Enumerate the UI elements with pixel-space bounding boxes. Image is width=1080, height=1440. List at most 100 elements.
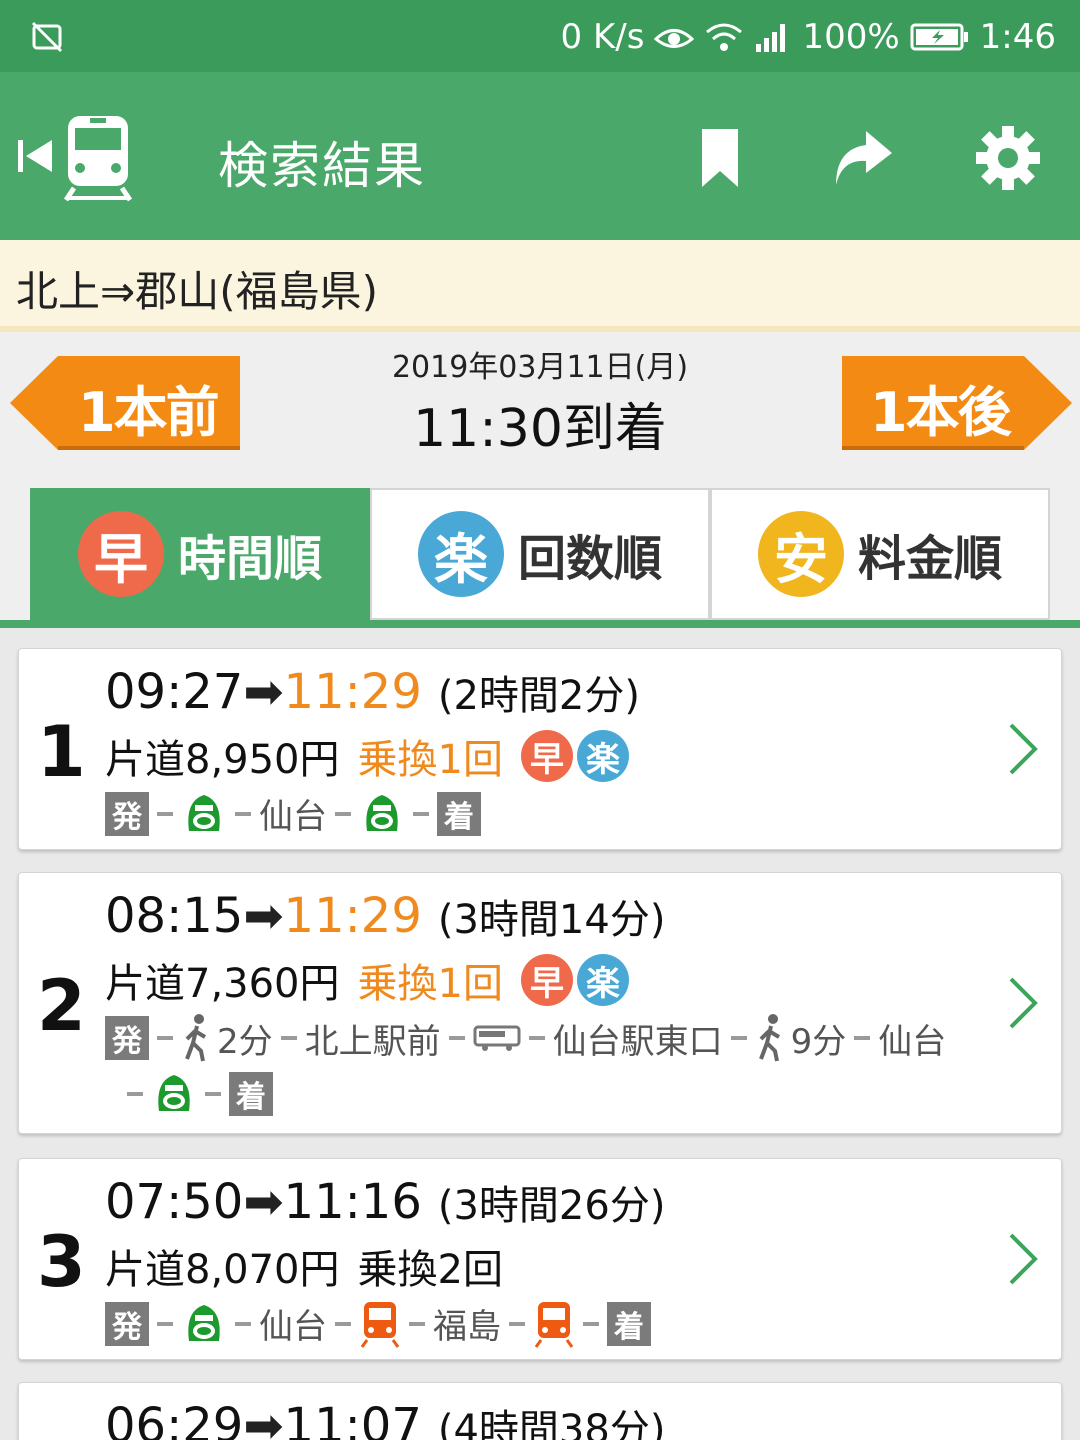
result-times: 07:50 ➡ 11:16 (3時間26分): [105, 1173, 665, 1231]
arrow-right-icon: ➡: [243, 1174, 284, 1230]
arrow-right-icon: ➡: [243, 1398, 284, 1440]
depart-tag: 発: [105, 1016, 149, 1060]
sort-tabs: 早 時間順 楽 回数順 安 料金順: [0, 486, 1080, 628]
easy-badge-icon: 楽: [576, 730, 629, 782]
gear-icon: [976, 126, 1040, 190]
result-times: 09:27 ➡ 11:29 (2時間2分): [105, 663, 640, 721]
route-summary: 北上⇒郡山(福島県): [0, 240, 1080, 332]
tab-underline: [0, 620, 1080, 628]
trip-duration: (2時間2分): [437, 673, 640, 719]
trip-duration: (4時間38分): [437, 1407, 666, 1440]
wifi-icon: [706, 23, 743, 51]
fare: 片道7,360円: [105, 961, 340, 1007]
arrive-time: 11:29: [283, 664, 422, 720]
arrive-time: 11:29: [283, 888, 422, 944]
station-name: 仙台: [259, 797, 327, 837]
status-bar: 0 K/s 100% 1:46: [0, 0, 1080, 72]
result-card-3[interactable]: 3 07:50 ➡ 11:16 (3時間26分) 片道8,070円 乗換2回 発…: [18, 1158, 1062, 1360]
next-train-button[interactable]: 1本後: [840, 354, 1072, 452]
arrive-tag: 着: [229, 1072, 273, 1116]
station-name: 仙台: [878, 1021, 947, 1062]
arrive-tag: 着: [437, 791, 481, 836]
result-times: 08:15 ➡ 11:29 (3時間14分): [105, 887, 665, 945]
battery-charging-icon: [910, 23, 968, 51]
shinkansen-icon: [188, 1304, 220, 1341]
arrive-tag: 着: [607, 1301, 651, 1346]
route-segments: 発 2分 北上駅前 仙台駅東口 9分 仙台: [105, 1013, 946, 1063]
chevron-right-icon: [1009, 1233, 1038, 1285]
trip-duration: (3時間14分): [437, 897, 666, 943]
station-name: 仙台駅東口: [552, 1021, 723, 1062]
walk-icon: [758, 1014, 780, 1062]
shinkansen-icon: [158, 1075, 190, 1111]
cheap-badge-icon: 安: [757, 511, 844, 597]
result-rank: 3: [37, 1221, 86, 1303]
clock: 1:46: [979, 17, 1056, 57]
station-name: 北上駅前: [304, 1021, 441, 1062]
fast-badge-icon: 早: [520, 730, 573, 782]
trip-duration: (3時間26分): [437, 1183, 666, 1229]
easy-badge-icon: 楽: [576, 954, 629, 1006]
settings-button[interactable]: [968, 118, 1048, 198]
bus-icon: [473, 1025, 521, 1051]
result-card-1[interactable]: 1 09:27 ➡ 11:29 (2時間2分) 片道8,950円 乗換1回 早 …: [18, 648, 1062, 850]
walk-minutes: 9分: [790, 1021, 847, 1062]
local-train-icon: [534, 1301, 574, 1348]
tab-sort-transfers[interactable]: 楽 回数順: [370, 488, 710, 620]
arrive-time: 11:07: [283, 1398, 422, 1440]
result-card-4[interactable]: 06:29 ➡ 11:07 (4時間38分): [18, 1382, 1062, 1440]
signal-icon: [756, 24, 786, 52]
station-name: 仙台: [259, 1307, 327, 1347]
time-navigation: 1本前 2019年03月11日(月) 11:30到着 1本後: [0, 332, 1080, 486]
depart-time: 06:29: [105, 1398, 244, 1440]
depart-tag: 発: [105, 791, 149, 836]
chevron-right-icon: [1009, 723, 1038, 775]
network-speed: 0 K/s: [560, 17, 645, 57]
page-title: 検索結果: [218, 137, 426, 195]
result-fare-line: 片道7,360円 乗換1回 早 楽: [105, 951, 629, 1009]
tab-label: 回数順: [517, 531, 662, 587]
result-rank: 2: [37, 965, 86, 1047]
depart-time: 07:50: [105, 1174, 244, 1230]
walk-minutes: 2分: [217, 1021, 273, 1062]
transfer-count: 乗換1回: [357, 961, 503, 1007]
share-button[interactable]: [822, 118, 902, 198]
route-segments: 発 仙台 着: [105, 789, 481, 838]
bookmark-button[interactable]: [680, 118, 760, 198]
chevron-right-icon: [1009, 977, 1038, 1029]
arrow-right-icon: ➡: [243, 664, 284, 720]
route-segments: 発 仙台 福島 着: [105, 1299, 651, 1348]
tab-label: 料金順: [857, 531, 1002, 587]
depart-time: 09:27: [105, 664, 244, 720]
easy-badge-icon: 楽: [417, 511, 504, 597]
tab-sort-fare[interactable]: 安 料金順: [710, 488, 1050, 620]
bookmark-icon: [702, 129, 738, 187]
tab-label: 時間順: [177, 531, 322, 587]
depart-time: 08:15: [105, 888, 244, 944]
shinkansen-icon: [366, 794, 398, 831]
eye-comfort-icon: [654, 29, 695, 48]
tab-sort-time[interactable]: 早 時間順: [30, 488, 370, 620]
sync-off-icon: [31, 21, 63, 53]
walk-icon: [185, 1014, 207, 1062]
battery-percent: 100%: [802, 17, 900, 57]
local-train-icon: [360, 1301, 400, 1348]
route-segments-continued: 着: [119, 1071, 273, 1117]
result-fare-line: 片道8,070円 乗換2回: [105, 1237, 503, 1295]
shinkansen-icon: [188, 794, 220, 831]
fare: 片道8,950円: [105, 737, 340, 783]
transfer-count: 乗換2回: [357, 1247, 503, 1293]
depart-tag: 発: [105, 1301, 149, 1346]
share-arrow-icon: [836, 131, 892, 185]
arrow-right-icon: ➡: [243, 888, 284, 944]
fare: 片道8,070円: [105, 1247, 340, 1293]
result-times: 06:29 ➡ 11:07 (4時間38分): [105, 1397, 665, 1440]
next-train-label: 1本後: [870, 381, 1012, 444]
fast-badge-icon: 早: [77, 511, 164, 597]
result-card-2[interactable]: 2 08:15 ➡ 11:29 (3時間14分) 片道7,360円 乗換1回 早…: [18, 872, 1062, 1134]
station-name: 福島: [433, 1307, 501, 1347]
fast-badge-icon: 早: [520, 954, 573, 1006]
route-text: 北上⇒郡山(福島県): [16, 267, 378, 316]
train-home-icon[interactable]: [18, 110, 134, 202]
result-rank: 1: [37, 711, 86, 793]
